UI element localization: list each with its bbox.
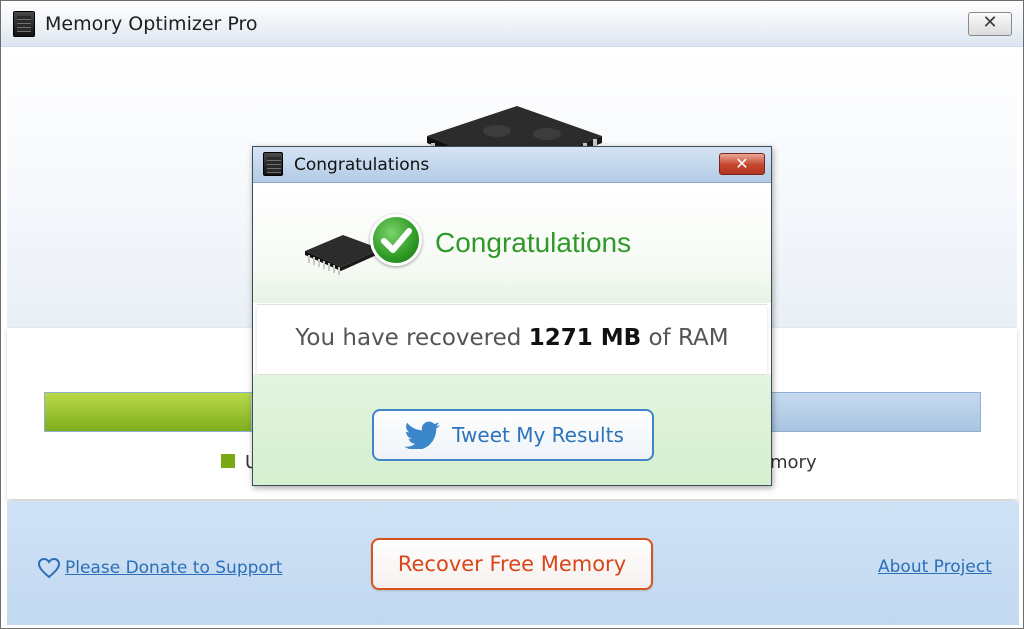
main-close-button[interactable]: ✕	[968, 12, 1012, 36]
twitter-bird-icon	[404, 421, 441, 449]
window-title: Memory Optimizer Pro	[45, 13, 258, 35]
recovered-amount: 1271 MB	[528, 325, 642, 351]
result-panel: You have recovered 1271 MB of RAM	[257, 304, 767, 374]
dialog-titlebar: Congratulations ✕	[253, 147, 771, 183]
about-project-link[interactable]: About Project	[878, 557, 992, 577]
memory-usage-bar-used	[45, 393, 251, 431]
app-icon	[13, 11, 35, 37]
congratulations-heading: Congratulations	[435, 227, 632, 258]
check-icon	[370, 214, 422, 266]
dialog-title: Congratulations	[294, 155, 430, 175]
recover-free-memory-button[interactable]: Recover Free Memory	[371, 538, 653, 590]
dialog-footer: Tweet My Results	[253, 375, 771, 485]
donate-link-label: Please Donate to Support	[65, 558, 283, 578]
main-titlebar: Memory Optimizer Pro ✕	[1, 1, 1023, 47]
heart-icon	[37, 557, 61, 579]
result-prefix: You have recovered	[295, 325, 529, 351]
legend-free-label: mory	[770, 452, 817, 473]
dialog-close-button[interactable]: ✕	[719, 153, 765, 175]
tweet-my-results-button[interactable]: Tweet My Results	[372, 409, 654, 461]
congratulations-dialog: Congratulations ✕ Congratulations You ha…	[252, 146, 772, 486]
tweet-button-label: Tweet My Results	[452, 423, 624, 447]
recovered-memory-message: You have recovered 1271 MB of RAM	[257, 325, 767, 351]
donate-link[interactable]: Please Donate to Support	[37, 557, 282, 579]
dialog-header: Congratulations	[253, 183, 771, 303]
app-icon	[263, 152, 283, 176]
legend-used-swatch	[221, 454, 235, 468]
result-suffix: of RAM	[641, 325, 729, 351]
